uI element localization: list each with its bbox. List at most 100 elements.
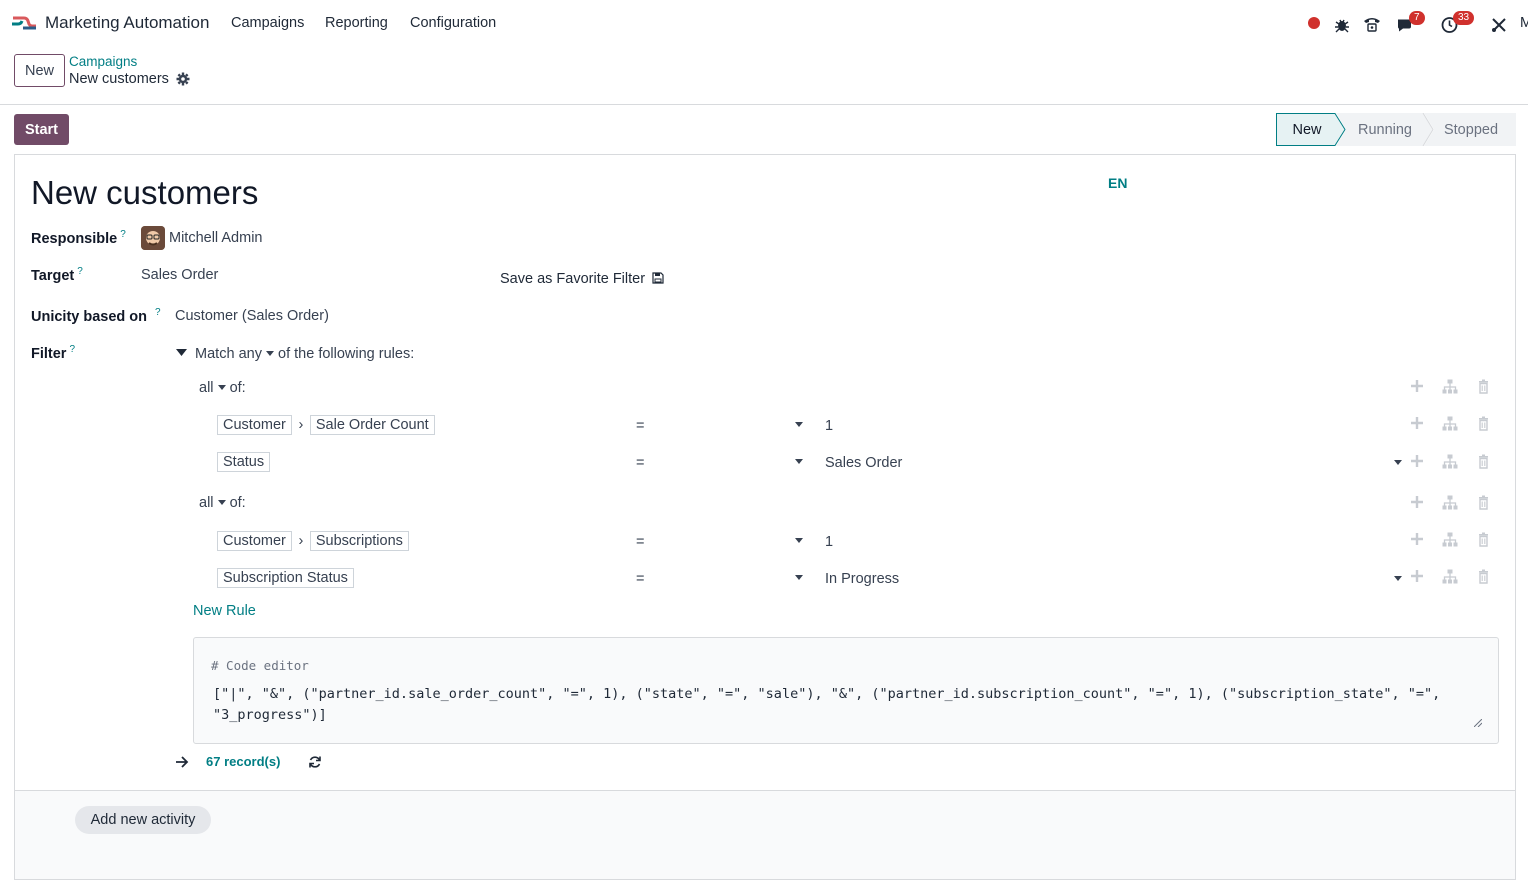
activities-section (15, 790, 1515, 879)
add-rule-icon[interactable] (1410, 532, 1426, 548)
operator-dropdown-icon[interactable] (795, 422, 803, 427)
help-tooltip-icon[interactable]: ? (77, 266, 83, 277)
path-segment[interactable]: Status (217, 452, 271, 472)
form-sheet (14, 154, 1516, 880)
path-segment[interactable]: Sale Order Count (309, 415, 435, 435)
delete-rule-icon[interactable] (1477, 454, 1493, 470)
domain-code-textarea[interactable]: ["|", "&", ("partner_id.sale_order_count… (213, 684, 1473, 726)
gear-icon[interactable] (176, 72, 190, 86)
language-switch[interactable]: EN (1108, 175, 1127, 191)
delete-rule-icon[interactable] (1477, 416, 1493, 432)
stage-new[interactable]: New (1276, 113, 1338, 146)
rule-group-2: all of: (199, 495, 246, 511)
operator-dropdown-icon[interactable] (795, 538, 803, 543)
target-label-text: Target (31, 267, 75, 284)
group-mode-select[interactable]: all (199, 380, 226, 396)
add-branch-icon[interactable] (1442, 569, 1458, 585)
responsible-value[interactable]: Mitchell Admin (169, 230, 262, 246)
path-segment[interactable]: Customer (217, 415, 292, 435)
chevron-down-icon (265, 351, 274, 356)
start-button[interactable]: Start (14, 114, 69, 145)
rule-operator[interactable]: = (636, 571, 644, 587)
delete-rule-icon[interactable] (1477, 532, 1493, 548)
delete-rule-icon[interactable] (1477, 379, 1493, 395)
phone-icon[interactable] (1363, 13, 1381, 35)
unicity-label: Unicity based on? (31, 307, 161, 325)
rule-operator[interactable]: = (636, 534, 644, 550)
messages-badge: 7 (1409, 11, 1425, 25)
new-rule-button[interactable]: New Rule (193, 603, 256, 619)
path-segment[interactable]: Subscription Status (217, 568, 354, 588)
add-branch-icon[interactable] (1442, 532, 1458, 548)
operator-dropdown-icon[interactable] (795, 575, 803, 580)
add-rule-icon[interactable] (1410, 495, 1426, 511)
match-mode-value: any (238, 346, 262, 362)
rule-operator[interactable]: = (636, 455, 644, 471)
campaign-name-field[interactable]: New customers (31, 174, 258, 212)
group-suffix: of: (229, 380, 246, 396)
collapse-caret-icon[interactable] (176, 349, 187, 357)
breadcrumb-campaigns[interactable]: Campaigns (69, 54, 137, 69)
help-tooltip-icon[interactable]: ? (155, 307, 161, 318)
unicity-value[interactable]: Customer (Sales Order) (175, 308, 329, 324)
match-prefix: Match (195, 346, 235, 362)
chevron-down-icon (217, 385, 226, 390)
marketing-automation-logo-icon[interactable] (11, 13, 37, 33)
group-mode-select[interactable]: all (199, 495, 226, 511)
refresh-icon[interactable] (308, 755, 322, 769)
bug-icon[interactable] (1334, 14, 1350, 36)
match-mode-select[interactable]: any (239, 346, 274, 362)
add-branch-icon[interactable] (1442, 495, 1458, 511)
delete-rule-icon[interactable] (1477, 495, 1493, 511)
rule-path[interactable]: Customer › Subscriptions (217, 531, 409, 551)
save-favorite-filter-button[interactable]: Save as Favorite Filter (500, 271, 664, 287)
rule-value[interactable]: Sales Order (825, 455, 902, 471)
group-suffix: of: (229, 495, 246, 511)
menu-reporting[interactable]: Reporting (325, 15, 388, 31)
rule-path[interactable]: Customer › Sale Order Count (217, 415, 435, 435)
value-dropdown-icon[interactable] (1394, 576, 1402, 581)
operator-dropdown-icon[interactable] (795, 459, 803, 464)
user-avatar[interactable]: M (1520, 15, 1528, 31)
delete-rule-icon[interactable] (1477, 569, 1493, 585)
path-segment[interactable]: Customer (217, 531, 292, 551)
responsible-label: Responsible? (31, 229, 126, 247)
code-editor[interactable]: # Code editor ["|", "&", ("partner_id.sa… (193, 637, 1499, 744)
debug-tools-icon[interactable] (1491, 14, 1507, 36)
add-branch-icon[interactable] (1442, 454, 1458, 470)
recording-indicator-icon[interactable] (1308, 17, 1320, 29)
rule-value[interactable]: 1 (825, 534, 833, 550)
value-dropdown-icon[interactable] (1394, 460, 1402, 465)
add-rule-icon[interactable] (1410, 379, 1426, 395)
add-new-activity-button[interactable]: Add new activity (75, 806, 211, 834)
menu-campaigns[interactable]: Campaigns (231, 15, 304, 31)
records-count-link[interactable]: 67 record(s) (206, 754, 280, 769)
group-mode-value: all (199, 380, 214, 396)
rule-operator[interactable]: = (636, 418, 644, 434)
path-segment[interactable]: Subscriptions (309, 531, 409, 551)
rule-path[interactable]: Status (217, 452, 271, 472)
rule-value[interactable]: In Progress (825, 571, 899, 587)
add-branch-icon[interactable] (1442, 379, 1458, 395)
breadcrumb-current: New customers (69, 71, 169, 87)
resize-handle-icon[interactable] (1474, 719, 1482, 727)
help-tooltip-icon[interactable]: ? (120, 229, 126, 240)
stage-stopped[interactable]: Stopped (1434, 113, 1508, 146)
help-tooltip-icon[interactable]: ? (69, 344, 75, 355)
match-suffix: of the following rules: (278, 346, 415, 362)
rule-value[interactable]: 1 (825, 418, 833, 434)
top-navbar: Marketing Automation Campaigns Reporting… (0, 0, 1528, 46)
add-rule-icon[interactable] (1410, 454, 1426, 470)
new-button[interactable]: New (14, 54, 65, 87)
responsible-label-text: Responsible (31, 230, 118, 247)
target-value[interactable]: Sales Order (141, 267, 218, 283)
rule-path[interactable]: Subscription Status (217, 568, 354, 588)
add-rule-icon[interactable] (1410, 416, 1426, 432)
path-separator-icon: › (298, 533, 304, 549)
path-separator-icon: › (298, 417, 304, 433)
add-branch-icon[interactable] (1442, 416, 1458, 432)
app-title[interactable]: Marketing Automation (45, 13, 209, 33)
stage-running[interactable]: Running (1346, 113, 1424, 146)
add-rule-icon[interactable] (1410, 569, 1426, 585)
menu-configuration[interactable]: Configuration (410, 15, 496, 31)
